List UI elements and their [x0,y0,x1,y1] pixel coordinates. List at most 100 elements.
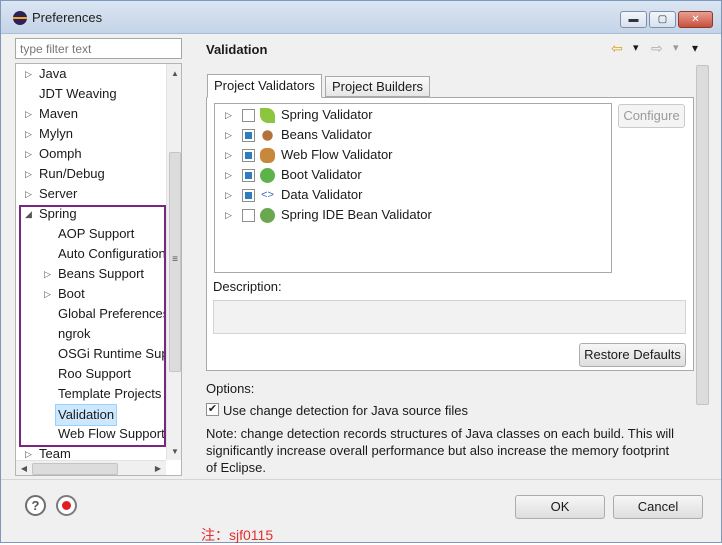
spring-ide-icon [260,208,275,223]
validator-row[interactable]: ▷ Spring Validator [215,105,611,125]
tab-project-builders[interactable]: Project Builders [325,76,431,97]
tree-item-label: Spring [39,206,77,221]
description-area [213,300,686,334]
validator-row[interactable]: ▷ <> Data Validator [215,185,611,205]
validator-label: Spring IDE Bean Validator [281,207,432,222]
tree-item-label: Roo Support [58,366,131,381]
tree-item-label: Maven [39,106,79,121]
boot-power-icon [260,168,275,183]
expand-arrow-icon[interactable]: ▷ [225,105,232,125]
validator-checkbox[interactable] [242,129,255,142]
page-vertical-scrollbar[interactable] [694,63,711,476]
validator-label: Boot Validator [281,167,362,182]
validator-row[interactable]: ▷ Spring IDE Bean Validator [215,205,611,225]
validator-checkbox[interactable] [242,109,255,122]
page-scroll-thumb[interactable] [696,65,709,405]
description-label: Description: [213,279,282,294]
data-brackets-icon: <> [261,189,274,201]
restore-defaults-button[interactable]: Restore Defaults [579,343,686,367]
expand-arrow-icon[interactable]: ▷ [225,185,232,205]
expand-arrow-icon[interactable]: ▷ [25,164,35,184]
tree-item-label: Server [39,186,78,201]
validator-label: Beans Validator [281,127,372,142]
close-button[interactable]: ✕ [678,11,713,28]
tree-item-label: Oomph [39,146,82,161]
back-arrow-icon[interactable]: ⇦ [611,39,623,57]
tree-item-label: JDT Weaving [39,86,117,101]
tree-horizontal-scrollbar[interactable]: ◀ ▶ [16,460,166,475]
validator-label: Web Flow Validator [281,147,393,162]
change-detection-checkbox[interactable]: ✔ [206,403,219,416]
tree-item-label: Global Preferences [58,306,170,321]
hscroll-thumb[interactable] [32,463,118,475]
validator-checkbox[interactable] [242,189,255,202]
preferences-window: Preferences ▬ ▢ ✕ ▷ Java JDT Weaving ▷ Maven… [0,0,722,543]
title-bar[interactable]: Preferences ▬ ▢ ✕ [1,1,721,34]
tree-item-label: Validation [55,404,118,426]
tab-project-validators[interactable]: Project Validators [207,74,322,98]
options-label: Options: [206,381,255,396]
expand-arrow-icon[interactable]: ▷ [225,205,232,225]
tree-item-label: OSGi Runtime Support [58,346,182,361]
back-history-dropdown[interactable]: ▾ [633,39,639,57]
scroll-right-arrow[interactable]: ▶ [150,461,166,475]
expand-arrow-icon[interactable]: ▷ [25,64,35,84]
tree-item-label: AOP Support [58,226,135,241]
validator-list: ▷ Spring Validator ▷ Beans Validator ▷ Web Fl… [214,103,612,273]
validator-checkbox[interactable] [242,149,255,162]
tree-vertical-scrollbar[interactable]: ▲ ≡ ▼ [166,64,181,460]
cancel-button[interactable]: Cancel [613,495,703,519]
tree-item-label: ngrok [58,326,91,341]
help-icon[interactable]: ? [25,495,46,516]
view-menu-icon[interactable]: ▾ [692,39,698,57]
tree-item-label: Run/Debug [39,166,105,181]
validator-row[interactable]: ▷ Web Flow Validator [215,145,611,165]
filter-input[interactable] [15,38,182,59]
expand-arrow-icon[interactable]: ▷ [44,284,54,304]
expand-arrow-icon[interactable]: ▷ [225,125,232,145]
bean-icon [262,130,273,141]
scroll-up-arrow[interactable]: ▲ [167,66,181,82]
tree-item-label: Beans Support [58,266,145,281]
validator-checkbox[interactable] [242,209,255,222]
validator-row[interactable]: ▷ Boot Validator [215,165,611,185]
scroll-grip: ≡ [172,254,178,265]
expand-arrow-icon[interactable]: ▷ [25,104,35,124]
minimize-button[interactable]: ▬ [620,11,647,28]
expand-arrow-icon[interactable]: ▷ [25,184,35,204]
tree-item-label: Auto Configuration [58,246,166,261]
tree-item-label: Boot [58,286,85,301]
tree-item-label: Web Flow Support [58,426,165,441]
spring-leaf-icon [260,108,275,123]
expand-arrow-icon[interactable]: ▷ [25,124,35,144]
scroll-down-arrow[interactable]: ▼ [167,444,181,460]
forward-arrow-icon[interactable]: ⇨ [651,39,663,57]
tree-item-label: Java [39,66,67,81]
change-detection-label: Use change detection for Java source fil… [223,403,468,418]
validator-label: Spring Validator [281,107,373,122]
maximize-button[interactable]: ▢ [649,11,676,28]
expand-arrow-icon[interactable]: ▷ [44,264,54,284]
scroll-left-arrow[interactable]: ◀ [16,461,32,475]
configure-button[interactable]: Configure [618,104,685,128]
record-icon[interactable] [56,495,77,516]
ok-button[interactable]: OK [515,495,605,519]
forward-history-dropdown[interactable]: ▾ [673,39,679,57]
watermark-note: 注：sjf0115 [201,527,274,543]
eclipse-icon [13,11,27,25]
validator-checkbox[interactable] [242,169,255,182]
footer-separator [1,479,721,480]
window-title: Preferences [32,10,103,25]
validator-label: Data Validator [281,187,363,202]
tree-item-label: Mylyn [39,126,73,141]
expand-arrow-icon[interactable]: ▷ [225,145,232,165]
webflow-icon [260,148,275,163]
tab-content: ▷ Spring Validator ▷ Beans Validator ▷ Web Fl… [206,97,694,371]
page-title: Validation [206,42,268,57]
validator-row[interactable]: ▷ Beans Validator [215,125,611,145]
expand-arrow-icon[interactable]: ▷ [225,165,232,185]
preference-tree: ▷ Java JDT Weaving ▷ Maven ▷ Mylyn ▷ Oomph ▷ Run/D… [15,63,182,476]
collapse-arrow-icon[interactable]: ◢ [25,204,35,224]
expand-arrow-icon[interactable]: ▷ [25,144,35,164]
change-detection-note: Note: change detection records structure… [206,426,674,475]
